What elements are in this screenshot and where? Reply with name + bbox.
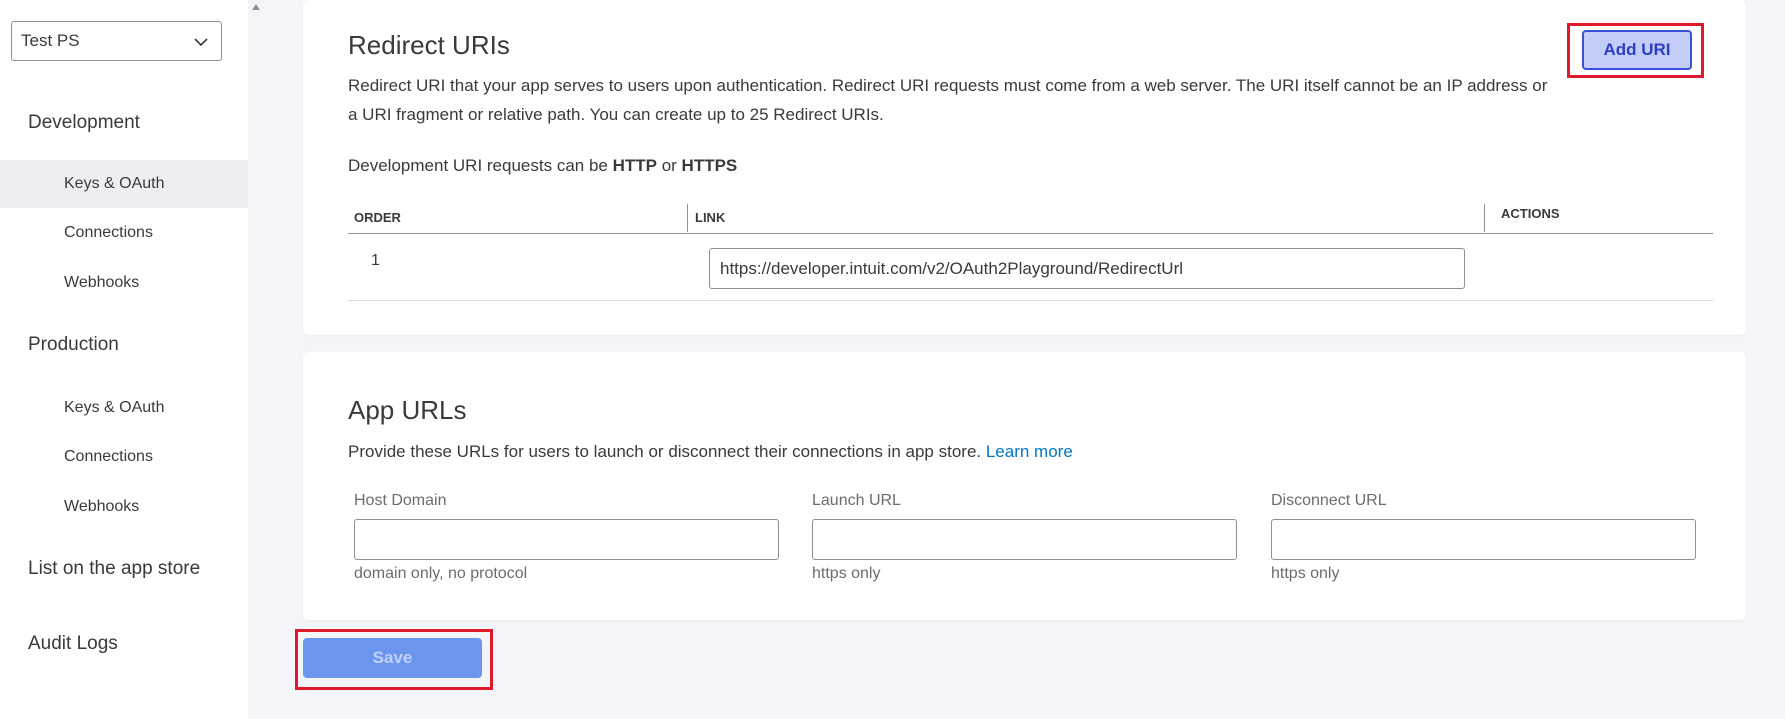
- column-header-link: LINK: [695, 210, 726, 225]
- disconnect-url-label: Disconnect URL: [1271, 492, 1387, 509]
- dev-uri-https: HTTPS: [681, 156, 738, 175]
- sidebar-item-label: Webhooks: [64, 498, 140, 515]
- app-urls-title: App URLs: [348, 395, 467, 425]
- app-select-value: Test PS: [21, 31, 80, 50]
- disconnect-url-hint: https only: [1271, 565, 1340, 582]
- add-uri-button[interactable]: Add URI: [1582, 30, 1692, 70]
- redirect-uris-description: Redirect URI that your app serves to use…: [348, 76, 1548, 124]
- disconnect-url-input[interactable]: [1271, 519, 1696, 560]
- chevron-down-icon: [194, 38, 208, 47]
- column-divider: [1484, 204, 1485, 232]
- sidebar-item-prod-connections[interactable]: Connections: [0, 433, 248, 481]
- nav-group-production[interactable]: Production: [28, 334, 119, 356]
- dev-uri-http: HTTP: [612, 156, 657, 175]
- nav-item-audit-logs[interactable]: Audit Logs: [28, 633, 118, 655]
- host-domain-label: Host Domain: [354, 492, 447, 509]
- redirect-uri-input[interactable]: [709, 248, 1465, 289]
- app-select[interactable]: Test PS: [11, 21, 222, 61]
- dev-uri-or: or: [656, 156, 682, 175]
- dev-uri-note-prefix: Development URI requests can be: [348, 156, 613, 175]
- table-header-divider: [348, 233, 1713, 234]
- column-divider: [687, 204, 688, 232]
- sidebar: Test PS Development Keys & OAuth Connect…: [0, 0, 248, 719]
- redirect-uris-title: Redirect URIs: [348, 30, 510, 60]
- sidebar-item-dev-connections[interactable]: Connections: [0, 209, 248, 257]
- save-button[interactable]: Save: [303, 638, 482, 678]
- learn-more-link[interactable]: Learn more: [986, 442, 1073, 461]
- table-row-divider: [348, 300, 1713, 301]
- table-row-order: 1: [371, 252, 380, 269]
- nav-group-development[interactable]: Development: [28, 112, 140, 134]
- sidebar-item-dev-webhooks[interactable]: Webhooks: [0, 259, 248, 307]
- app-urls-description: Provide these URLs for users to launch o…: [348, 437, 1073, 466]
- sidebar-item-label: Keys & OAuth: [64, 175, 165, 192]
- sidebar-item-dev-keys-oauth[interactable]: Keys & OAuth: [0, 160, 248, 208]
- launch-url-hint: https only: [812, 565, 881, 582]
- scroll-up-arrow-icon[interactable]: [252, 4, 260, 10]
- dev-uri-note: Development URI requests can be HTTP or …: [348, 151, 737, 180]
- app-urls-description-text: Provide these URLs for users to launch o…: [348, 442, 986, 461]
- sidebar-item-prod-webhooks[interactable]: Webhooks: [0, 483, 248, 531]
- sidebar-item-label: Connections: [64, 224, 153, 241]
- launch-url-label: Launch URL: [812, 492, 901, 509]
- nav-item-list-app-store[interactable]: List on the app store: [28, 558, 200, 580]
- sidebar-item-label: Connections: [64, 448, 153, 465]
- host-domain-input[interactable]: [354, 519, 779, 560]
- host-domain-hint: domain only, no protocol: [354, 565, 528, 582]
- column-header-actions: ACTIONS: [1501, 206, 1560, 221]
- sidebar-item-label: Webhooks: [64, 274, 140, 291]
- launch-url-input[interactable]: [812, 519, 1237, 560]
- sidebar-item-label: Keys & OAuth: [64, 399, 165, 416]
- column-header-order: ORDER: [354, 210, 401, 225]
- sidebar-item-prod-keys-oauth[interactable]: Keys & OAuth: [0, 384, 248, 432]
